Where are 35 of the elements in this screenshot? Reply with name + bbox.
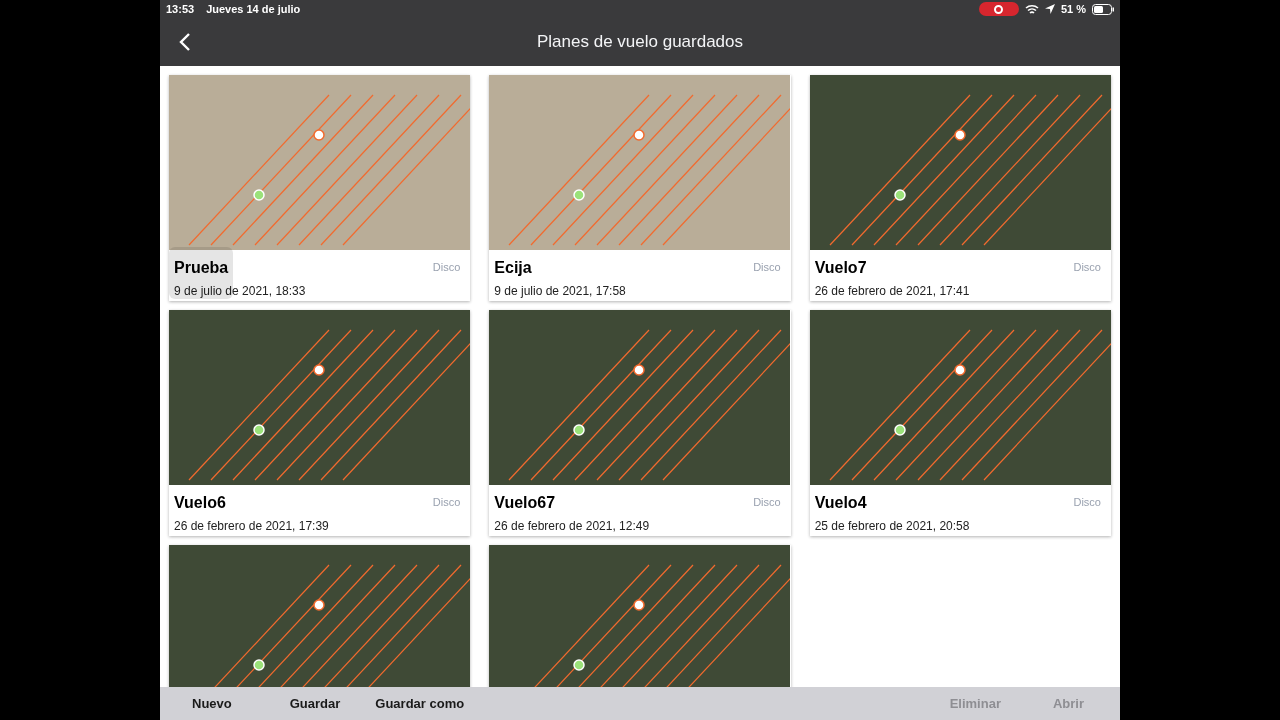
plan-source: Disco [432, 260, 461, 275]
plan-date: 9 de julio de 2021, 18:33 [174, 283, 307, 300]
battery-icon [1092, 3, 1114, 15]
plan-name: Vuelo4 [814, 493, 867, 513]
status-time: 13:53 [166, 1, 195, 17]
location-arrow-icon [1044, 4, 1055, 14]
plan-date: 25 de febrero de 2021, 20:58 [814, 518, 971, 535]
plan-source: Disco [1073, 260, 1101, 275]
plan-source: Disco [432, 495, 461, 510]
plan-name: Prueba [174, 258, 229, 278]
plan-date: 26 de febrero de 2021, 17:41 [814, 283, 971, 300]
plan-card[interactable]: Ecija Disco 9 de julio de 2021, 17:58 [489, 75, 791, 301]
plan-name: Vuelo6 [174, 493, 226, 513]
toolbar-button[interactable]: Nuevo [192, 693, 232, 714]
plan-source: Disco [753, 260, 781, 275]
plan-date: 9 de julio de 2021, 17:58 [494, 283, 627, 300]
plan-name: Vuelo7 [814, 258, 867, 278]
plan-name: Ecija [494, 258, 532, 278]
battery-percentage: 51 % [1060, 1, 1086, 17]
plan-source: Disco [753, 495, 781, 510]
plan-name: Vuelo67 [494, 493, 556, 513]
plan-date: 26 de febrero de 2021, 12:49 [494, 518, 651, 535]
plan-card[interactable]: Vuelo67 Disco 26 de febrero de 2021, 12:49 [489, 310, 791, 536]
screen-recording-icon [978, 2, 1019, 16]
wifi-icon [1024, 3, 1039, 15]
status-date: Jueves 14 de julio [206, 1, 301, 17]
plan-date: 26 de febrero de 2021, 17:39 [174, 518, 330, 535]
toolbar-button[interactable]: Guardar como [375, 693, 465, 714]
screen-title: Planes de vuelo guardados [537, 31, 743, 54]
toolbar-button[interactable]: Guardar [289, 693, 341, 714]
plan-source: Disco [1073, 495, 1101, 510]
plan-card[interactable]: Vuelo4 Disco 25 de febrero de 2021, 20:58 [809, 310, 1111, 536]
plan-card[interactable]: Vuelo6 Disco 26 de febrero de 2021, 17:39 [169, 310, 471, 536]
plan-card[interactable]: Vuelo7 Disco 26 de febrero de 2021, 17:41 [809, 75, 1111, 301]
plan-card[interactable]: Prueba Disco 9 de julio de 2021, 18:33 [169, 75, 471, 301]
